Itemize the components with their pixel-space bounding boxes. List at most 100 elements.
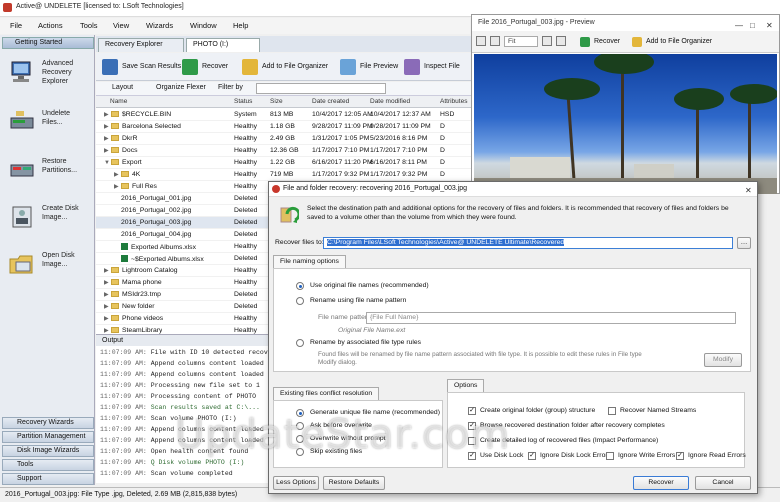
expand-arrow-icon[interactable]: ▶: [104, 123, 111, 130]
sidebar-section-disk-image-wizards[interactable]: Disk Image Wizards: [2, 445, 94, 457]
sidebar-item-open-disk-image[interactable]: Open Disk Image...: [6, 249, 92, 285]
less-options-button[interactable]: Less Options: [273, 476, 319, 490]
add-to-file-organizer-button[interactable]: Add to File Organizer: [240, 57, 328, 77]
menu-help[interactable]: Help: [233, 21, 248, 30]
fit-window-icon[interactable]: [476, 36, 486, 46]
table-row[interactable]: ▶ DkrR Healthy 2.49 GB 1/31/2017 1:05 PM 5/23…: [96, 133, 476, 145]
expand-arrow-icon[interactable]: ▶: [104, 267, 111, 274]
file-type-hint: Found files will be renamed by file name…: [318, 351, 642, 366]
radio-overwrite[interactable]: [296, 435, 304, 443]
browse-button[interactable]: …: [737, 237, 751, 249]
expand-arrow-icon[interactable]: ▶: [104, 111, 111, 118]
preview-icon: [340, 59, 356, 75]
close-icon[interactable]: ✕: [745, 184, 752, 198]
expand-arrow-icon[interactable]: ▶: [104, 327, 111, 334]
filter-input[interactable]: [256, 83, 386, 94]
sidebar-header[interactable]: Getting Started: [2, 37, 94, 49]
checkbox-ignore-lock-errors[interactable]: ✓: [528, 452, 536, 460]
sidebar-item-create-disk-image[interactable]: Create Disk Image...: [6, 202, 92, 238]
zoom-in-icon[interactable]: [542, 36, 552, 46]
recover-button[interactable]: Recover: [180, 57, 228, 77]
restore-defaults-button[interactable]: Restore Defaults: [323, 476, 385, 490]
radio-skip-existing[interactable]: [296, 448, 304, 456]
preview-recover-button[interactable]: Recover: [580, 35, 620, 48]
sidebar-section-tools[interactable]: Tools: [2, 459, 94, 471]
expand-arrow-icon[interactable]: ▶: [114, 171, 121, 178]
table-row[interactable]: ▶ 4K Healthy 719 MB 1/17/2017 9:32 PM 1/17/20…: [96, 169, 476, 181]
sidebar-item-undelete[interactable]: Undelete Files...: [6, 107, 92, 143]
table-row[interactable]: ▶ Docs Healthy 12.36 GB 1/17/2017 7:10 PM 1/1…: [96, 145, 476, 157]
column-name[interactable]: Name: [110, 98, 127, 105]
sidebar-item-restore-partitions[interactable]: Restore Partitions...: [6, 155, 92, 191]
expand-arrow-icon[interactable]: ▶: [104, 135, 111, 142]
expand-arrow-icon[interactable]: ▶: [114, 183, 121, 190]
checkbox-ignore-write-errors[interactable]: [606, 452, 614, 460]
log-message: Append columns content loaded: [150, 426, 264, 433]
checkbox-ignore-read-errors[interactable]: ✓: [676, 452, 684, 460]
zoom-select[interactable]: Fit: [504, 36, 538, 47]
column-date-created[interactable]: Date created: [312, 98, 349, 105]
checkbox-folder-structure[interactable]: ✓: [468, 407, 476, 415]
sidebar-section-recovery-wizards[interactable]: Recovery Wizards: [2, 417, 94, 429]
column-size[interactable]: Size: [270, 98, 283, 105]
save-scan-results-button[interactable]: Save Scan Results: [100, 57, 181, 77]
table-row[interactable]: ▶ $RECYCLE.BIN System 813 MB 10/4/2017 12:05…: [96, 109, 476, 121]
table-row[interactable]: ▶ Barcelona Selected Healthy 1.18 GB 9/28/20…: [96, 121, 476, 133]
menu-view[interactable]: View: [113, 21, 129, 30]
expand-arrow-icon[interactable]: ▶: [104, 291, 111, 298]
layout-button[interactable]: Layout: [112, 84, 133, 91]
file-name: 2016_Portugal_001.jpg: [121, 195, 192, 202]
inspect-file-records-button[interactable]: Inspect File Records: [402, 57, 476, 90]
tab-options[interactable]: Options: [447, 379, 485, 392]
tab-file-naming-options[interactable]: File naming options: [273, 255, 346, 268]
actual-size-icon[interactable]: [490, 36, 500, 46]
checkbox-browse-folder[interactable]: ✓: [468, 422, 476, 430]
expand-arrow-icon[interactable]: ▶: [104, 303, 111, 310]
expand-arrow-icon[interactable]: ▶: [104, 315, 111, 322]
preview-add-organizer-button[interactable]: Add to File Organizer: [632, 35, 712, 48]
menu-wizards[interactable]: Wizards: [146, 21, 173, 30]
tab-conflict-resolution[interactable]: Existing files conflict resolution: [273, 387, 380, 400]
dialog-cancel-button[interactable]: Cancel: [695, 476, 751, 490]
radio-original-names[interactable]: [296, 282, 304, 290]
tab-photo[interactable]: PHOTO (I:): [186, 38, 260, 52]
palm-canopy: [730, 84, 777, 104]
column-status[interactable]: Status: [234, 98, 252, 105]
save-icon: [102, 59, 118, 75]
log-time: 11:07:09 AM:: [100, 404, 147, 411]
tab-recovery-explorer[interactable]: Recovery Explorer: [98, 38, 184, 52]
dialog-recover-button[interactable]: Recover: [633, 476, 689, 490]
radio-rename-pattern[interactable]: [296, 297, 304, 305]
menu-file[interactable]: File: [10, 21, 22, 30]
file-name: Barcelona Selected: [122, 123, 181, 130]
organize-button[interactable]: Organize Flexer: [156, 84, 206, 91]
cell-size: 719 MB: [270, 171, 294, 178]
recover-to-field[interactable]: C:\Program Files\LSoft Technologies\Acti…: [323, 237, 733, 249]
table-row[interactable]: ▼ Export Healthy 1.22 GB 6/16/2017 11:20 PM 6…: [96, 157, 476, 169]
menu-tools[interactable]: Tools: [80, 21, 98, 30]
expand-arrow-icon[interactable]: ▶: [104, 279, 111, 286]
checkbox-detailed-log[interactable]: [468, 437, 476, 445]
expand-arrow-icon[interactable]: ▼: [104, 160, 111, 166]
expand-arrow-icon[interactable]: ▶: [104, 147, 111, 154]
radio-unique-name[interactable]: [296, 409, 304, 417]
menu-actions[interactable]: Actions: [38, 21, 63, 30]
zoom-out-icon[interactable]: [556, 36, 566, 46]
modify-button[interactable]: Modify: [704, 353, 742, 367]
disk-image-icon: [8, 204, 36, 230]
pattern-field[interactable]: {File Full Name}: [366, 312, 736, 324]
menu-window[interactable]: Window: [190, 21, 217, 30]
column-attributes[interactable]: Attributes: [440, 98, 467, 105]
sidebar-section-support[interactable]: Support: [2, 473, 94, 485]
sidebar-section-partition-management[interactable]: Partition Management: [2, 431, 94, 443]
log-message: Scan volume completed: [150, 470, 233, 477]
radio-rename-file-type[interactable]: [296, 339, 304, 347]
open-image-icon: [8, 251, 36, 277]
sidebar-item-advanced-recovery[interactable]: Advanced Recovery Explorer: [6, 57, 92, 93]
sidebar-section-label: Recovery Wizards: [17, 419, 74, 426]
checkbox-disk-lock[interactable]: ✓: [468, 452, 476, 460]
radio-ask-overwrite[interactable]: [296, 422, 304, 430]
file-preview-button[interactable]: File Preview: [338, 57, 398, 77]
checkbox-named-streams[interactable]: [608, 407, 616, 415]
column-date-modified[interactable]: Date modified: [370, 98, 410, 105]
